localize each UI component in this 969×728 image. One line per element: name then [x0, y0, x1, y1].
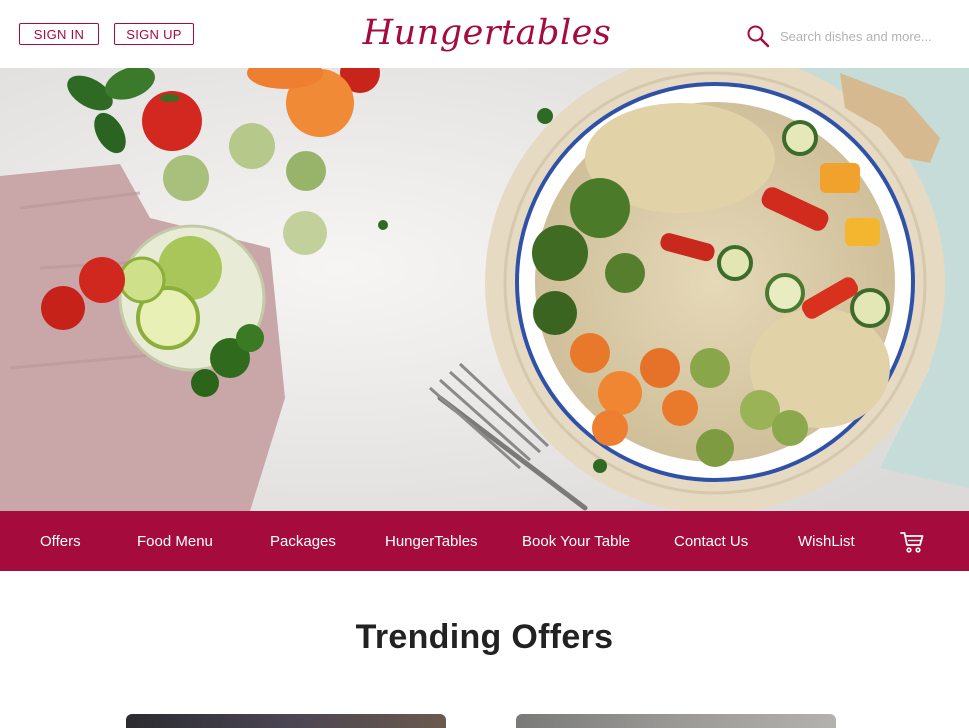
nav-item-offers[interactable]: Offers [40, 511, 81, 571]
top-header: SIGN IN SIGN UP Hungertables [0, 0, 969, 68]
nav-item-contact-us[interactable]: Contact Us [674, 511, 748, 571]
hero-food-image [0, 68, 969, 511]
nav-item-packages[interactable]: Packages [270, 511, 336, 571]
offer-card[interactable] [126, 714, 446, 728]
search-bar [746, 22, 956, 50]
brand-logo[interactable]: Hungertables [360, 8, 614, 58]
sign-up-button[interactable]: SIGN UP [114, 23, 194, 45]
sign-in-button[interactable]: SIGN IN [19, 23, 99, 45]
nav-item-food-menu[interactable]: Food Menu [137, 511, 213, 571]
main-nav: Offers Food Menu Packages HungerTables B… [0, 511, 969, 571]
nav-item-hungertables[interactable]: HungerTables [385, 511, 478, 571]
nav-item-wishlist[interactable]: WishList [798, 511, 855, 571]
cart-icon[interactable] [900, 530, 924, 554]
hero-banner [0, 68, 969, 511]
nav-item-book-your-table[interactable]: Book Your Table [522, 511, 630, 571]
search-input[interactable] [780, 28, 950, 44]
search-icon[interactable] [746, 24, 770, 48]
trending-offers-title: Trending Offers [355, 618, 614, 656]
offer-card[interactable] [516, 714, 836, 728]
